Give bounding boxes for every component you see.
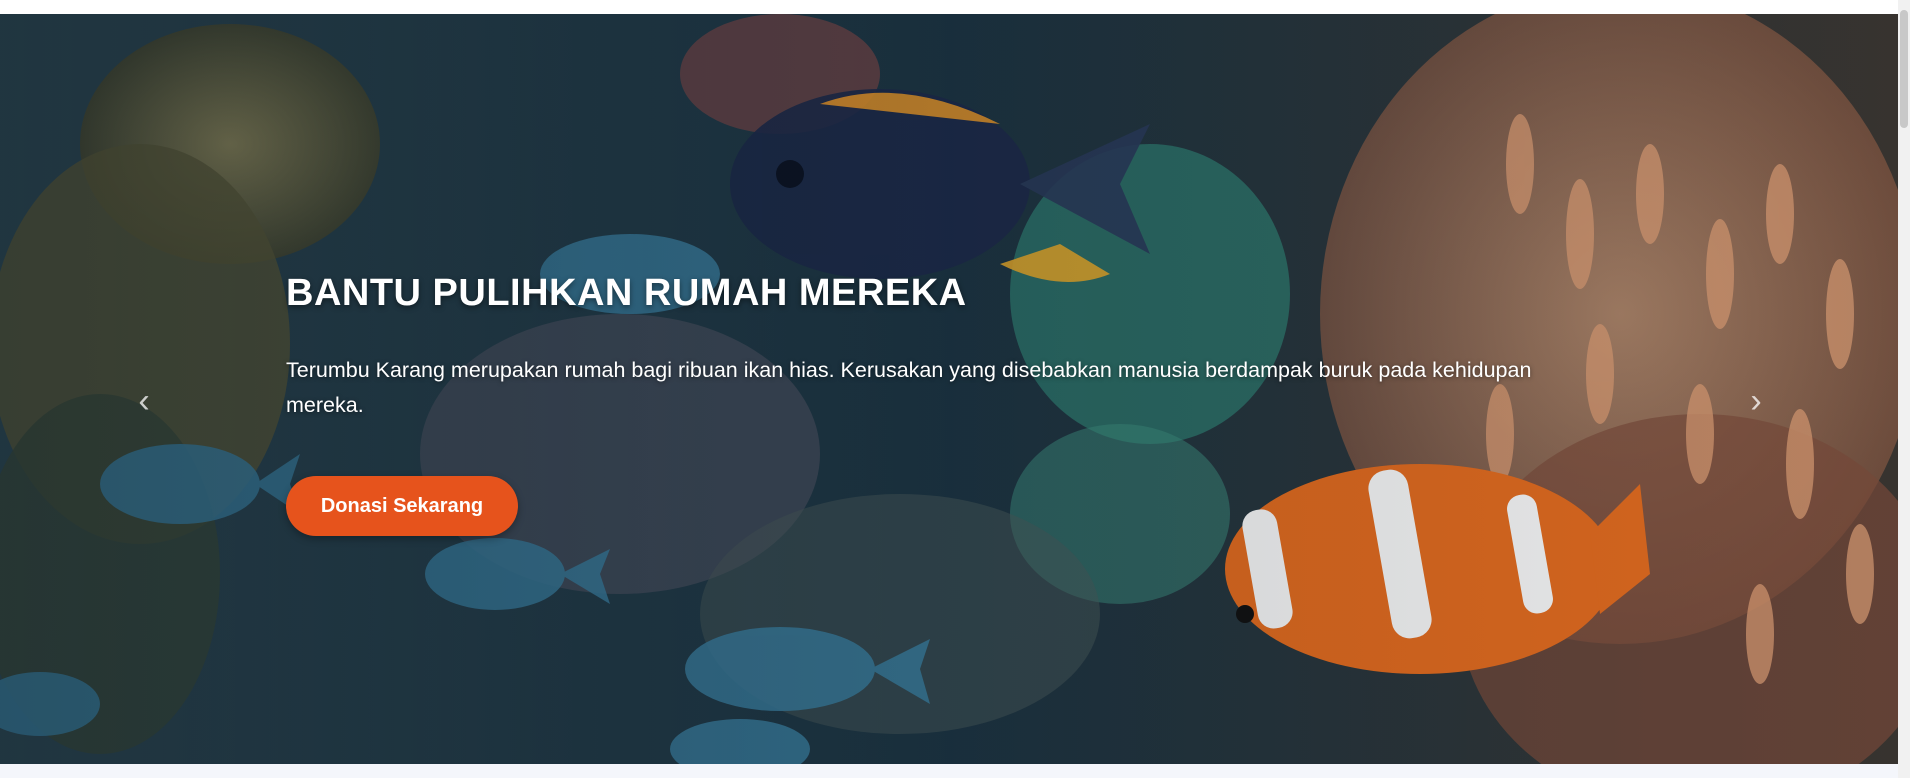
page-scrollbar[interactable] [1898, 0, 1910, 778]
hero-caption: BANTU PULIHKAN RUMAH MEREKA Terumbu Kara… [286, 272, 1596, 423]
carousel-next-button[interactable]: › [1736, 376, 1776, 426]
top-bar [0, 0, 1898, 14]
hero-title: BANTU PULIHKAN RUMAH MEREKA [286, 272, 967, 314]
hero-description: Terumbu Karang merupakan rumah bagi ribu… [286, 358, 1532, 417]
hero-carousel: BANTU PULIHKAN RUMAH MEREKA Terumbu Kara… [0, 14, 1898, 764]
donate-now-button[interactable]: Donasi Sekarang [286, 476, 518, 536]
scrollbar-thumb[interactable] [1900, 10, 1908, 128]
chevron-left-icon: ‹ [138, 381, 150, 420]
carousel-prev-button[interactable]: ‹ [124, 376, 164, 426]
chevron-right-icon: › [1750, 381, 1762, 420]
